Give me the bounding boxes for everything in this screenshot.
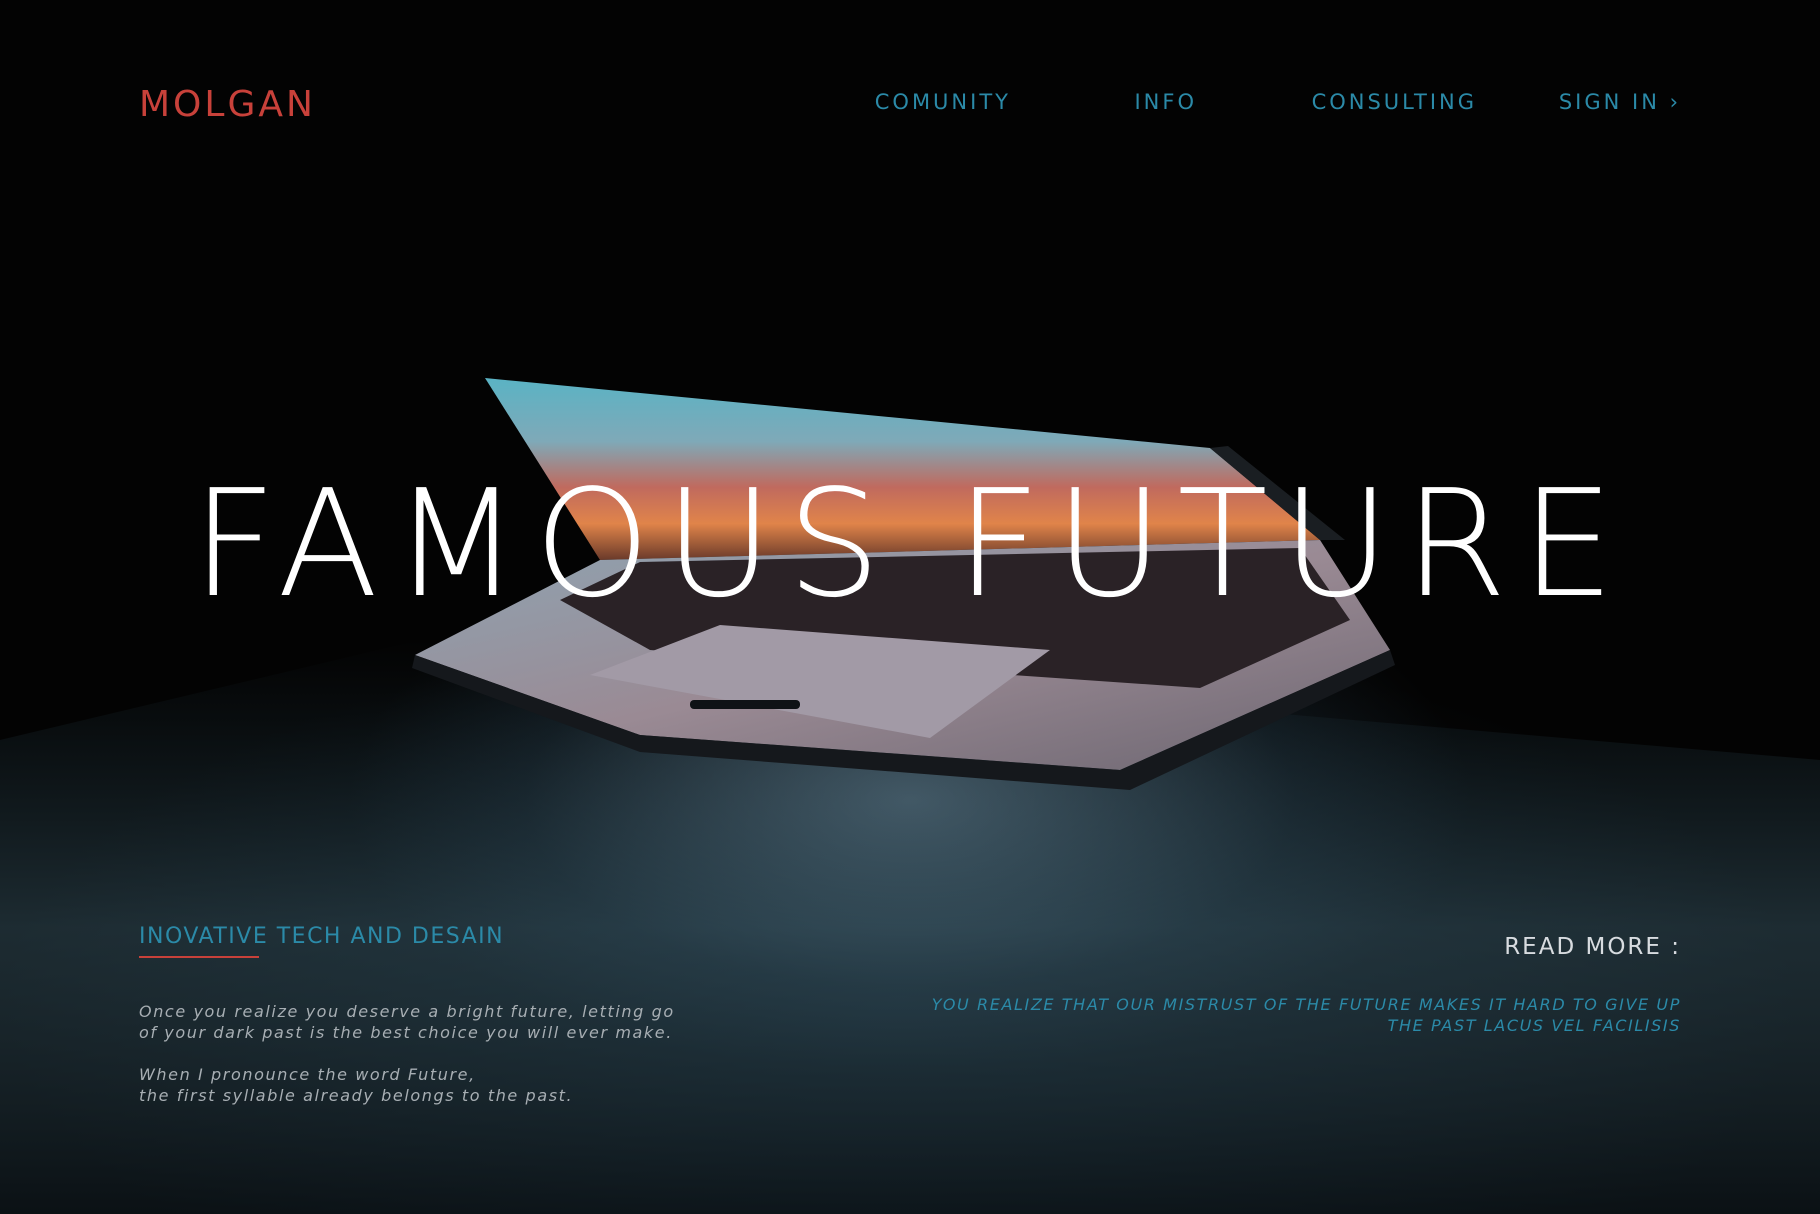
highlight-line-1: YOU REALIZE THAT OUR MISTRUST OF THE FUT… (931, 995, 1681, 1014)
hero-title: FAMOUS FUTURE (191, 458, 1629, 630)
nav-item-info[interactable]: INFO (1134, 90, 1197, 114)
intro-line-2: of your dark past is the best choice you… (139, 1023, 673, 1042)
nav-item-comunity[interactable]: COMUNITY (875, 90, 1011, 114)
read-more-link[interactable]: READ MORE : (1504, 934, 1681, 960)
quote-line-1: When I pronounce the word Future, (139, 1065, 476, 1084)
tagline-underline (139, 956, 259, 958)
nav-item-consulting[interactable]: CONSULTING (1312, 90, 1477, 114)
highlight-quote: YOU REALIZE THAT OUR MISTRUST OF THE FUT… (932, 994, 1681, 1036)
intro-paragraph: Once you realize you deserve a bright fu… (139, 1001, 675, 1043)
tagline: INOVATIVE TECH AND DESAIN (139, 924, 505, 949)
quote-line-2: the first syllable already belongs to th… (139, 1086, 574, 1105)
quote-paragraph: When I pronounce the word Future, the fi… (139, 1064, 573, 1106)
nav-item-sign-in[interactable]: SIGN IN › (1559, 90, 1681, 114)
highlight-line-2: THE PAST LACUS VEL FACILISIS (1387, 1016, 1681, 1035)
intro-line-1: Once you realize you deserve a bright fu… (139, 1002, 675, 1021)
brand-logo[interactable]: MOLGAN (139, 84, 316, 125)
